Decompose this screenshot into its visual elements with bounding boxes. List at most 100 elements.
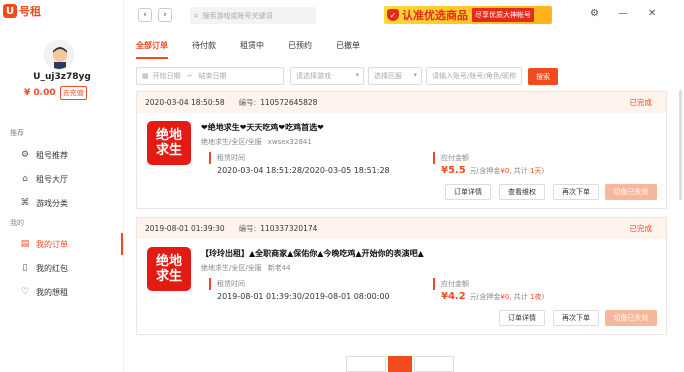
- rent-time-label: 租赁时间: [217, 280, 245, 288]
- tab-cancelled[interactable]: 已撤单: [336, 40, 360, 59]
- price: ¥5.5: [441, 165, 466, 176]
- balance: ¥ 0.00: [24, 88, 56, 98]
- recharge-button[interactable]: 去充值: [59, 86, 87, 100]
- duration: 1夜: [530, 293, 542, 301]
- expired-button[interactable]: 切盘已失效: [605, 184, 657, 200]
- deposit: ¥0: [500, 167, 510, 175]
- game-thumbnail[interactable]: 绝地 求生: [147, 121, 191, 165]
- tab-renting[interactable]: 租赁中: [240, 40, 264, 59]
- close-icon[interactable]: ✕: [648, 8, 656, 19]
- amount-detail: ): [541, 293, 545, 301]
- section-label-mine: 我的: [10, 219, 24, 227]
- minimize-icon[interactable]: —: [618, 8, 628, 19]
- sidebar-item-wishlist[interactable]: ♡ 我的想租: [0, 281, 123, 303]
- sidebar-item-hall[interactable]: ⌂ 租号大厅: [0, 168, 123, 190]
- amount-detail: 元(含押金: [469, 293, 501, 301]
- promo-banner[interactable]: ✓ 认准优选商品 尽享优质大神帐号: [384, 6, 552, 24]
- tab-reserved[interactable]: 已预约: [288, 40, 312, 59]
- order-card: 2020-03-04 18:50:58 编号: 110572645828 已完成…: [136, 91, 667, 209]
- thumb-text: 求生: [155, 269, 182, 284]
- banner-tag: 尽享优质大神帐号: [472, 8, 534, 22]
- amount: ¥5.5 元(含押金¥0, 共计 1天): [441, 165, 544, 176]
- game-select[interactable]: 请选择游戏 ▾: [290, 67, 364, 85]
- chevron-down-icon: ▾: [413, 71, 417, 79]
- tab-all[interactable]: 全部订单: [136, 40, 168, 59]
- amount-label: 应付金额: [441, 154, 469, 162]
- date-range-field[interactable]: ▦ 开始日期 ~ 结束日期: [136, 67, 284, 85]
- game-thumbnail[interactable]: 绝地 求生: [147, 247, 191, 291]
- view-rights-button[interactable]: 查看维权: [499, 184, 545, 200]
- order-subtitle: 绝地求生/全区/全服 xwsex32841: [201, 137, 312, 147]
- back-button[interactable]: ‹: [138, 8, 152, 22]
- calendar-icon: ▦: [142, 72, 149, 80]
- sidebar-item-orders[interactable]: ▤ 我的订单: [0, 233, 123, 255]
- sidebar-item-label: 游戏分类: [36, 198, 68, 208]
- search-icon: ⌕: [194, 10, 199, 20]
- pagination-next[interactable]: [414, 356, 454, 372]
- order-status: 已完成: [629, 224, 653, 233]
- order-detail-button[interactable]: 订单详情: [499, 310, 545, 326]
- rent-time: 2019-08-01 01:39:30/2019-08-01 08:00:00: [217, 292, 390, 301]
- document-icon: ▤: [20, 239, 30, 249]
- settings-gear-icon[interactable]: ⚙: [590, 8, 599, 19]
- amount-detail: , 共计: [509, 167, 528, 175]
- app-window: U 号租 U_uj3z78yg ¥ 0.00 去充值 推荐 ⚙ 租号推荐 ⌂ 租…: [0, 0, 684, 372]
- amount-label: 应付金额: [441, 280, 469, 288]
- avatar-image: [45, 41, 73, 69]
- gamepad-icon: ⌘: [20, 198, 30, 208]
- sidebar-item-label: 我的想租: [36, 287, 68, 297]
- balance-row: ¥ 0.00 去充值: [24, 86, 87, 100]
- start-date: 开始日期: [152, 72, 181, 80]
- pagination-page-active[interactable]: [388, 356, 412, 372]
- order-no-label: 编号:: [238, 98, 257, 107]
- keyword-input[interactable]: 请输入账号/账号/角色/昵称: [426, 67, 522, 85]
- order-title[interactable]: ❤绝地求生❤天天吃鸡❤吃鸡首选❤: [201, 122, 324, 133]
- topbar: ‹ › ⌕ 搜索游戏或账号关键词 ✓ 认准优选商品 尽享优质大神帐号 ⚙ — ✕: [124, 0, 684, 32]
- expired-button[interactable]: 切盘已失效: [605, 310, 657, 326]
- logo: U 号租: [3, 3, 41, 19]
- chevron-left-icon: ‹: [143, 10, 147, 20]
- divider-bar: [209, 152, 211, 164]
- reorder-button[interactable]: 再次下单: [553, 310, 599, 326]
- amount: ¥4.2 元(含押金¥0, 共计 1夜): [441, 291, 544, 302]
- order-no: 110337320174: [260, 224, 318, 233]
- rent-time-label: 租赁时间: [217, 154, 245, 162]
- rent-time: 2020-03-04 18:51:28/2020-03-05 18:51:28: [217, 166, 390, 175]
- sidebar: U 号租 U_uj3z78yg ¥ 0.00 去充值 推荐 ⚙ 租号推荐 ⌂ 租…: [0, 0, 124, 372]
- amount-detail: , 共计: [509, 293, 528, 301]
- game-server: 绝地求生/全区/全服: [201, 138, 262, 146]
- forward-button[interactable]: ›: [158, 8, 172, 22]
- avatar[interactable]: [44, 40, 74, 70]
- thumb-text: 绝地: [155, 254, 182, 269]
- order-date: 2020-03-04 18:50:58: [145, 98, 225, 107]
- order-header: 2020-03-04 18:50:58 编号: 110572645828 已完成: [137, 92, 666, 113]
- sidebar-item-recommend[interactable]: ⚙ 租号推荐: [0, 144, 123, 166]
- keyword-placeholder: 请输入账号/账号/角色/昵称: [432, 72, 517, 80]
- sidebar-item-games[interactable]: ⌘ 游戏分类: [0, 192, 123, 214]
- server-select[interactable]: 选择区服 ▾: [368, 67, 422, 85]
- duration: 1天: [530, 167, 542, 175]
- pagination-prev[interactable]: [346, 356, 386, 372]
- logo-mark: U: [3, 4, 17, 18]
- game-server: 绝地求生/全区/全服: [201, 264, 262, 272]
- order-card: 2019-08-01 01:39:30 编号: 110337320174 已完成…: [136, 217, 667, 335]
- amount-detail: 元(含押金: [469, 167, 501, 175]
- scrollbar[interactable]: [679, 90, 682, 200]
- order-status: 已完成: [629, 98, 653, 107]
- search-button[interactable]: 搜索: [528, 68, 558, 85]
- game-select-value: 请选择游戏: [296, 72, 331, 80]
- chevron-down-icon: ▾: [355, 71, 359, 79]
- reorder-button[interactable]: 再次下单: [553, 184, 599, 200]
- server-select-value: 选择区服: [374, 72, 402, 80]
- end-date: 结束日期: [198, 72, 227, 80]
- search-input[interactable]: ⌕ 搜索游戏或账号关键词: [190, 7, 316, 24]
- tab-unpaid[interactable]: 待付款: [192, 40, 216, 59]
- sidebar-item-label: 租号大厅: [36, 174, 68, 184]
- order-detail-button[interactable]: 订单详情: [445, 184, 491, 200]
- order-title[interactable]: 【玲玲出租】▲全职商家▲保佑你▲今晚吃鸡▲开始你的表演吧▲: [201, 248, 424, 259]
- sidebar-item-redpacket[interactable]: ▯ 我的红包: [0, 257, 123, 279]
- divider-bar: [433, 152, 435, 164]
- order-no-label: 编号:: [238, 224, 257, 233]
- order-no: 110572645828: [260, 98, 318, 107]
- deposit: ¥0: [500, 293, 510, 301]
